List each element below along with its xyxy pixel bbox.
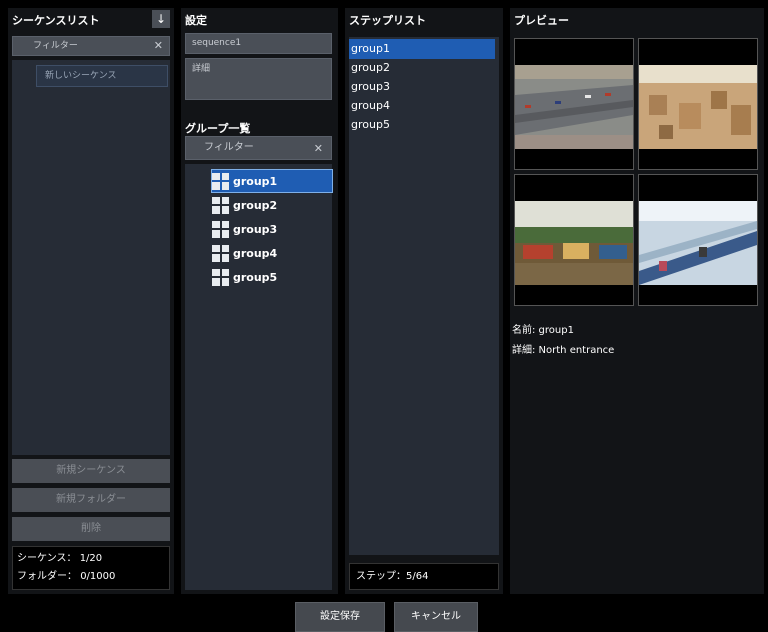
escalator-view-image xyxy=(639,201,757,285)
clear-group-filter-icon[interactable]: ✕ xyxy=(314,140,323,158)
retail-store-image xyxy=(515,201,633,285)
step-item-5[interactable]: group5 xyxy=(349,115,495,135)
sequence-count-label: シーケンス： xyxy=(17,553,77,564)
new-folder-button[interactable]: 新規フォルダー xyxy=(12,488,170,512)
group-list-title: グループ一覧 xyxy=(185,122,251,135)
sequence-name-input[interactable]: sequence1 xyxy=(185,33,332,54)
sequence-list-panel: シーケンスリスト ↓ フィルター ✕ 新しいシーケンス 新規シーケンス 新規フォ… xyxy=(8,8,174,594)
warehouse-boxes-image xyxy=(639,65,757,149)
group-filter-input[interactable]: フィルター ✕ xyxy=(185,136,332,160)
sequence-list-title: シーケンスリスト xyxy=(12,14,100,27)
group-grid-icon xyxy=(212,220,229,238)
group-label: group3 xyxy=(233,222,278,236)
step-list: group1 group2 group3 group4 group5 xyxy=(349,37,499,555)
settings-panel: 設定 sequence1 詳細 グループ一覧 フィルター ✕ group1 gr… xyxy=(181,8,338,594)
clear-filter-icon[interactable]: ✕ xyxy=(154,39,163,53)
camera-preview-2 xyxy=(638,38,758,170)
group-label: group4 xyxy=(233,246,278,260)
group-grid-icon xyxy=(212,172,229,190)
cancel-button[interactable]: キャンセル xyxy=(394,602,478,632)
camera-preview-1 xyxy=(514,38,634,170)
group-item-4[interactable]: group4 xyxy=(212,242,332,264)
preview-panel: プレビュー 名前: group1 詳細: North entrance xyxy=(510,8,764,594)
group-item-1[interactable]: group1 xyxy=(211,169,333,193)
step-item-4[interactable]: group4 xyxy=(349,96,495,116)
camera-preview-3 xyxy=(514,174,634,306)
step-list-panel: ステップリスト group1 group2 group3 group4 grou… xyxy=(345,8,503,594)
delete-button[interactable]: 削除 xyxy=(12,517,170,541)
step-count: ステップ：5/64 xyxy=(349,563,499,590)
group-label: group1 xyxy=(233,174,278,188)
settings-title: 設定 xyxy=(185,14,207,27)
parking-lot-image xyxy=(515,65,633,149)
group-filter-placeholder: フィルター xyxy=(204,142,254,153)
detail-input[interactable]: 詳細 xyxy=(185,58,332,100)
sequence-count-row: シーケンス： 1/20 xyxy=(17,550,165,568)
step-item-3[interactable]: group3 xyxy=(349,77,495,97)
camera-preview-4 xyxy=(638,174,758,306)
group-item-2[interactable]: group2 xyxy=(212,194,332,216)
sequence-count-value: 1/20 xyxy=(79,553,103,564)
group-item-3[interactable]: group3 xyxy=(212,218,332,240)
folder-count-label: フォルダー： xyxy=(17,571,77,582)
group-label: group2 xyxy=(233,198,278,212)
save-settings-button[interactable]: 設定保存 xyxy=(295,602,385,632)
preview-title: プレビュー xyxy=(514,14,569,27)
preview-name: 名前: group1 xyxy=(512,325,574,336)
step-item-2[interactable]: group2 xyxy=(349,58,495,78)
new-sequence-button[interactable]: 新規シーケンス xyxy=(12,459,170,483)
preview-detail: 詳細: North entrance xyxy=(512,345,615,356)
step-list-title: ステップリスト xyxy=(349,14,426,27)
step-item-1[interactable]: group1 xyxy=(349,39,495,59)
folder-count-row: フォルダー： 0/1000 xyxy=(17,568,165,586)
filter-placeholder: フィルター xyxy=(33,41,78,51)
sequence-item-label: 新しいシーケンス xyxy=(45,71,117,81)
group-item-5[interactable]: group5 xyxy=(212,266,332,288)
folder-count-value: 0/1000 xyxy=(80,571,116,582)
group-grid-icon xyxy=(212,244,229,262)
group-list: group1 group2 group3 group4 group5 xyxy=(185,164,333,590)
sequence-tree: 新しいシーケンス xyxy=(12,60,170,455)
count-box: シーケンス： 1/20 フォルダー： 0/1000 xyxy=(12,546,170,590)
group-label: group5 xyxy=(233,270,278,284)
sequence-item[interactable]: 新しいシーケンス xyxy=(36,65,168,87)
group-grid-icon xyxy=(212,196,229,214)
sequence-filter-input[interactable]: フィルター ✕ xyxy=(12,36,170,56)
group-grid-icon xyxy=(212,268,229,286)
collapse-down-icon[interactable]: ↓ xyxy=(152,10,170,28)
